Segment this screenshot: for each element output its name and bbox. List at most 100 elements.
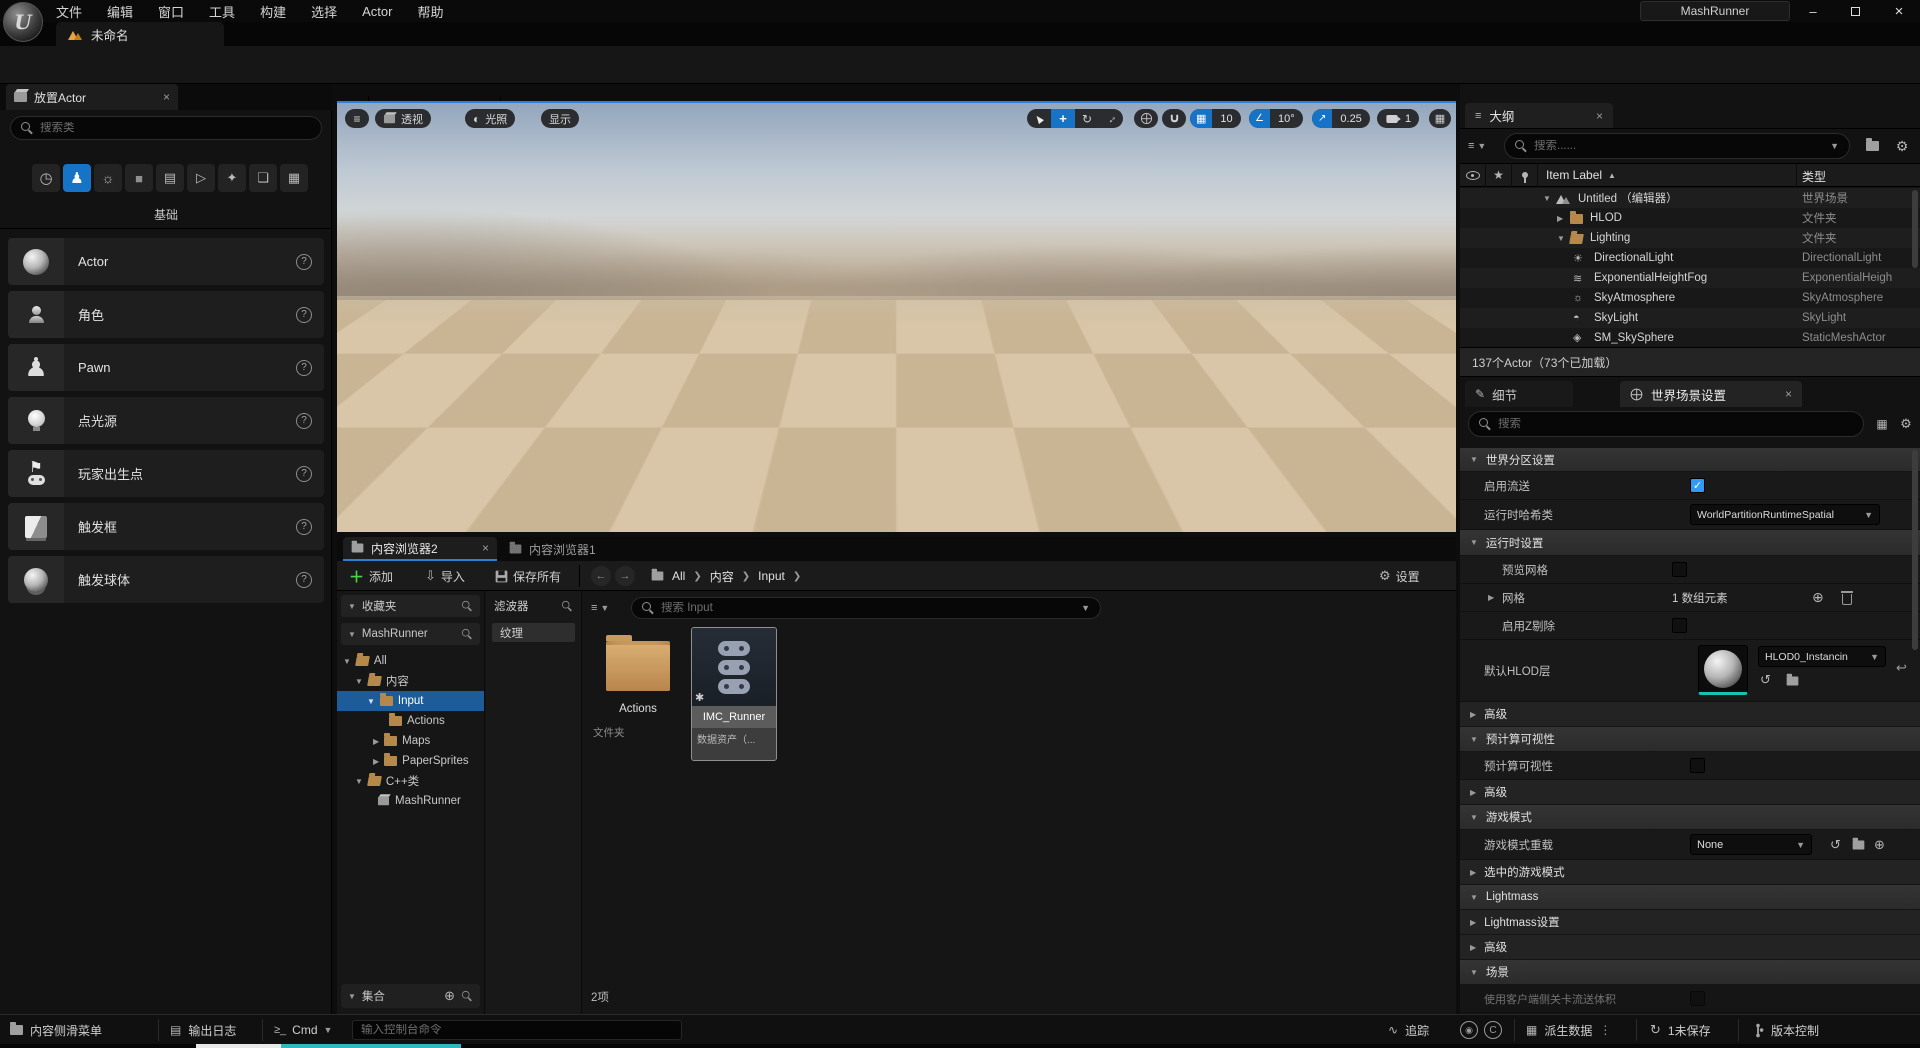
menu-edit[interactable]: 编辑 [107,2,133,21]
insights-button[interactable]: ◉ [1460,1021,1478,1039]
scale-snap-control[interactable]: ↗ 0.25 [1312,109,1370,128]
place-item-actor[interactable]: Actor ? [8,238,324,285]
asset-search-input[interactable] [661,602,1075,614]
place-actor-search-input[interactable] [40,122,311,134]
content-drawer-button[interactable]: 内容侧滑菜单 [10,1015,102,1045]
tree-item-papersprites[interactable]: ▶ PaperSprites [337,751,484,771]
section-world[interactable]: ▼ 场景 [1460,960,1920,985]
speaker-actor[interactable] [841,370,965,494]
level-tab[interactable]: 未命名 [56,22,224,46]
menu-file[interactable]: 文件 [56,2,82,21]
viewport-show-button[interactable]: 显示 [541,109,579,128]
project-header[interactable]: ▼ MashRunner [341,623,480,645]
asset-card-actions-folder[interactable]: Actions 文件夹 [593,633,683,753]
tree-item-actions[interactable]: Actions [337,711,484,731]
gizmo-z-arrow[interactable] [898,443,903,513]
use-selected-icon[interactable]: ↺ [1830,837,1841,853]
move-tool-button[interactable]: + [1051,109,1075,128]
hlod-thumbnail[interactable] [1698,645,1748,695]
help-icon[interactable]: ? [296,518,312,535]
help-icon[interactable]: ? [296,253,312,270]
scale-tool-button[interactable]: ↔ [1099,109,1123,128]
section-precomputed-visibility[interactable]: ▼ 预计算可视性 [1460,727,1920,752]
help-icon[interactable]: ? [296,571,312,588]
viewport-perspective-button[interactable]: 透视 [375,109,431,128]
add-button[interactable]: ＋ 添加 [349,566,393,586]
favorites-header[interactable]: ▼ 收藏夹 [341,595,480,617]
world-settings-tab[interactable]: 世界场景设置 × [1620,381,1802,407]
outliner-scrollbar[interactable] [1912,190,1918,268]
details-search-box[interactable] [1468,411,1864,437]
section-lightmass[interactable]: ▼ Lightmass [1460,885,1920,910]
menu-select[interactable]: 选择 [311,2,337,21]
breadcrumb-input[interactable]: Input [758,569,785,583]
menu-tools[interactable]: 工具 [209,2,235,21]
outliner-tab[interactable]: ≡ 大纲 × [1465,103,1613,128]
place-item-character[interactable]: 角色 ? [8,291,324,338]
section-runtime-settings[interactable]: ▼ 运行时设置 [1460,530,1920,556]
section-advanced-2[interactable]: ▶ 高级 [1460,780,1920,805]
grid-snap-control[interactable]: ▦ 10 [1190,109,1241,128]
output-log-button[interactable]: ▤ 输出日志 [170,1015,236,1045]
rotate-tool-button[interactable]: ↻ [1075,109,1099,128]
console-input[interactable] [361,1024,673,1036]
help-icon[interactable]: ? [296,465,312,482]
chevron-down-icon[interactable]: ▼ [1081,603,1090,613]
content-browser-tab-1[interactable]: 内容浏览器1 [501,537,641,561]
outliner-row-sky-atmosphere[interactable]: ☼ SkyAtmosphere SkyAtmosphere [1460,288,1920,308]
revision-control-button[interactable]: 版本控制 [1752,1015,1819,1045]
close-icon[interactable]: × [1785,387,1792,401]
precomputed-visibility-checkbox[interactable] [1690,758,1705,773]
enable-z-culling-checkbox[interactable] [1672,618,1687,633]
cmd-dropdown[interactable]: ≥_ Cmd ▼ [274,1015,332,1045]
viewport[interactable]: Z X ≡ 透视 ◐ 光照 显示 + ↻ ↔ ▦ 10 ∠ 10° ↗ 0.25 [337,101,1456,532]
outliner-search-input[interactable] [1534,140,1824,152]
add-collection-icon[interactable]: ⊕ [444,988,455,1004]
category-cinematic-icon[interactable]: ▤ [156,164,184,192]
window-close-button[interactable]: × [1878,0,1920,22]
details-display-button[interactable]: ▦ [1872,414,1892,434]
pin-column-header[interactable] [1512,163,1538,187]
outliner-settings-button[interactable]: ⚙ [1890,135,1914,157]
camera-speed-control[interactable]: 1 [1377,109,1420,128]
tree-item-mashrunner[interactable]: MashRunner [337,791,484,811]
details-settings-button[interactable]: ⚙ [1896,414,1916,434]
viewport-menu-button[interactable]: ≡ [345,109,369,128]
trace-button[interactable]: ∿ 追踪 [1388,1015,1429,1045]
filter-texture-chip[interactable]: 纹理 [492,623,575,642]
viewport-lit-button[interactable]: ◐ 光照 [465,109,516,128]
browse-to-asset-icon[interactable] [1786,673,1799,689]
world-space-button[interactable] [1134,109,1158,128]
menu-build[interactable]: 构建 [260,2,286,21]
place-item-sphere-trigger[interactable]: 触发球体 ? [8,556,324,603]
preview-grids-checkbox[interactable] [1672,562,1687,577]
tree-item-maps[interactable]: ▶ Maps [337,731,484,751]
asset-filter-button[interactable]: ≡ ▼ [591,597,609,619]
outliner-row-directional-light[interactable]: ☀ DirectionalLight DirectionalLight [1460,248,1920,268]
tree-item-input[interactable]: ▼ Input [337,691,484,711]
csv-button[interactable]: C [1484,1021,1502,1039]
window-minimize-button[interactable]: – [1792,0,1834,22]
section-advanced-1[interactable]: ▶ 高级 [1460,702,1920,727]
breadcrumb-content[interactable]: 内容 [710,568,734,585]
derived-data-button[interactable]: ▦ 派生数据 ⋮ [1526,1015,1611,1045]
close-icon[interactable]: × [163,90,170,104]
item-label-column-header[interactable]: Item Label ▲ [1538,168,1616,182]
outliner-row-lighting[interactable]: ▼ Lighting 文件夹 [1460,228,1920,248]
section-selected-game-mode[interactable]: ▶ 选中的游戏模式 [1460,860,1920,885]
help-icon[interactable]: ? [296,359,312,376]
tree-item-cpp[interactable]: ▼ C++类 [337,771,484,791]
runtime-hash-dropdown[interactable]: WorldPartitionRuntimeSpatial ▼ [1690,504,1880,525]
browse-to-asset-icon[interactable] [1852,837,1865,853]
rotation-snap-control[interactable]: ∠ 10° [1249,109,1303,128]
outliner-row-world[interactable]: ▼ Untitled （编辑器） 世界场景 [1460,188,1920,208]
reset-to-default-icon[interactable]: ↩ [1896,660,1907,676]
cb-settings-button[interactable]: ⚙ 设置 [1379,566,1420,586]
close-icon[interactable]: × [1596,109,1603,123]
menu-help[interactable]: 帮助 [417,2,443,21]
more-icon[interactable]: ⋮ [1599,1023,1611,1037]
place-actor-search[interactable] [10,116,322,140]
type-column-header[interactable]: 类型 [1802,168,1826,185]
category-recent-icon[interactable]: ◷ [32,164,60,192]
details-search-input[interactable] [1498,418,1853,430]
